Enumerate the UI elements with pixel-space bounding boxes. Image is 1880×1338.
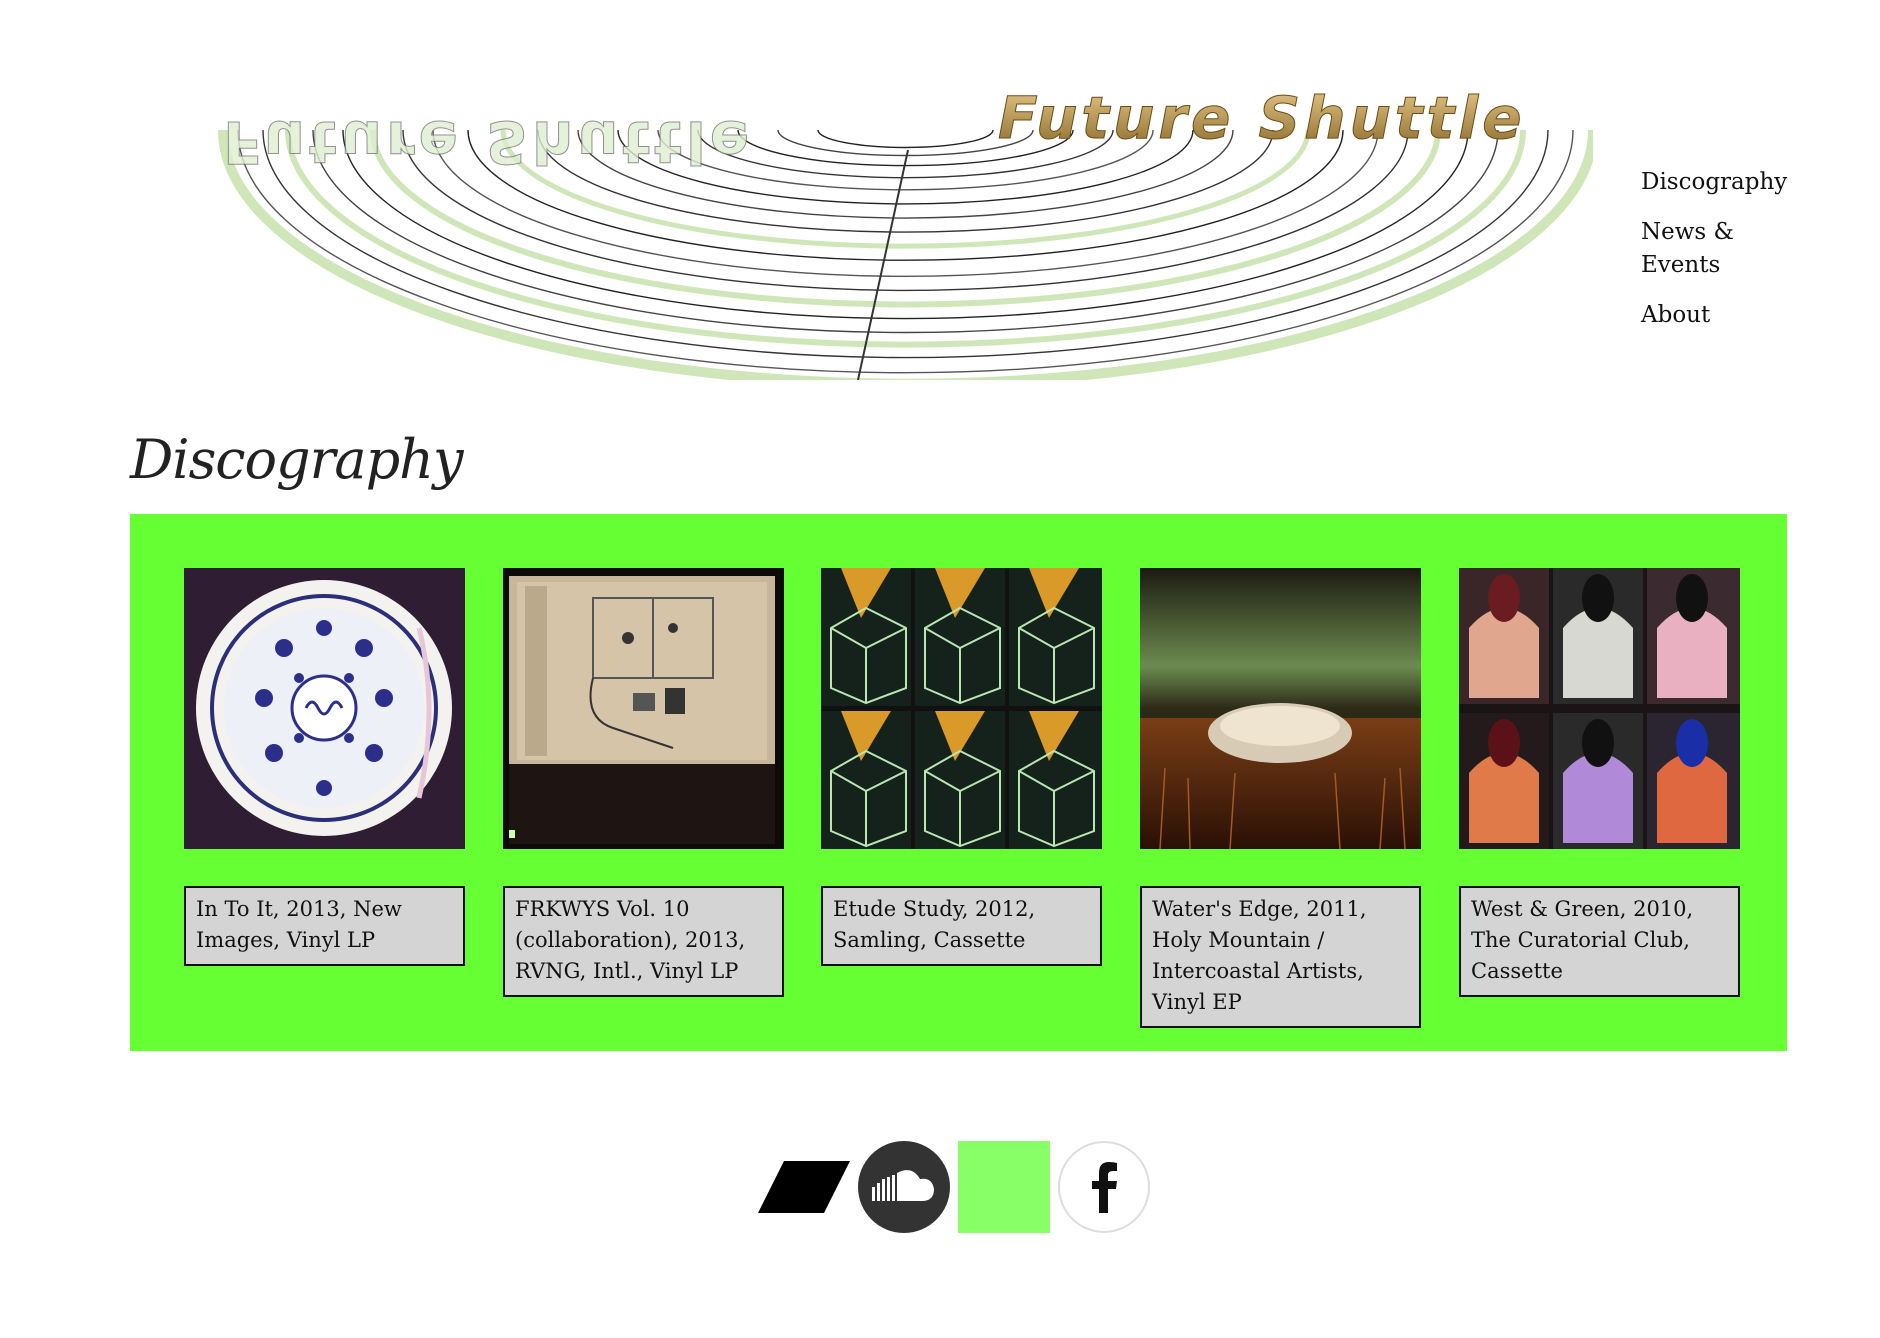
release-caption: In To It, 2013, New Images, Vinyl LP xyxy=(184,886,465,966)
nav-about[interactable]: About xyxy=(1641,299,1841,332)
page-title: Discography xyxy=(130,428,463,491)
nav-discography[interactable]: Discography xyxy=(1641,166,1841,199)
release-card[interactable]: In To It, 2013, New Images, Vinyl LP xyxy=(184,568,465,966)
release-cover-in-to-it[interactable] xyxy=(184,568,465,849)
release-card[interactable]: West & Green, 2010, The Curatorial Club,… xyxy=(1459,568,1740,997)
discography-grid: In To It, 2013, New Images, Vinyl LP FRK… xyxy=(130,514,1787,1051)
release-caption: FRKWYS Vol. 10 (collaboration), 2013, RV… xyxy=(503,886,784,997)
release-caption: West & Green, 2010, The Curatorial Club,… xyxy=(1459,886,1740,997)
site-navigation: Discography News & Events About xyxy=(1641,166,1841,349)
release-cover-west-green[interactable] xyxy=(1459,568,1740,849)
green-square-icon[interactable] xyxy=(958,1141,1050,1233)
release-card[interactable]: FRKWYS Vol. 10 (collaboration), 2013, RV… xyxy=(503,568,784,997)
logo-graphic: Future Shuttle Future Shuttle xyxy=(218,90,1593,380)
logo-text-mirror: Future Shuttle xyxy=(223,108,753,176)
soundcloud-icon[interactable] xyxy=(858,1141,950,1233)
release-card[interactable]: Water's Edge, 2011, Holy Mountain / Inte… xyxy=(1140,568,1421,1028)
release-cover-frkwys[interactable] xyxy=(503,568,784,849)
release-caption: Water's Edge, 2011, Holy Mountain / Inte… xyxy=(1140,886,1421,1028)
bandcamp-icon[interactable] xyxy=(758,1141,850,1233)
nav-news-events[interactable]: News & Events xyxy=(1641,216,1751,282)
release-card[interactable]: Etude Study, 2012, Samling, Cassette xyxy=(821,568,1102,966)
facebook-icon[interactable] xyxy=(1058,1141,1150,1233)
site-logo-banner[interactable]: Future Shuttle Future Shuttle xyxy=(218,90,1593,380)
release-caption: Etude Study, 2012, Samling, Cassette xyxy=(821,886,1102,966)
release-cover-etude-study[interactable] xyxy=(821,568,1102,849)
release-cover-waters-edge[interactable] xyxy=(1140,568,1421,849)
logo-text: Future Shuttle xyxy=(998,90,1526,152)
